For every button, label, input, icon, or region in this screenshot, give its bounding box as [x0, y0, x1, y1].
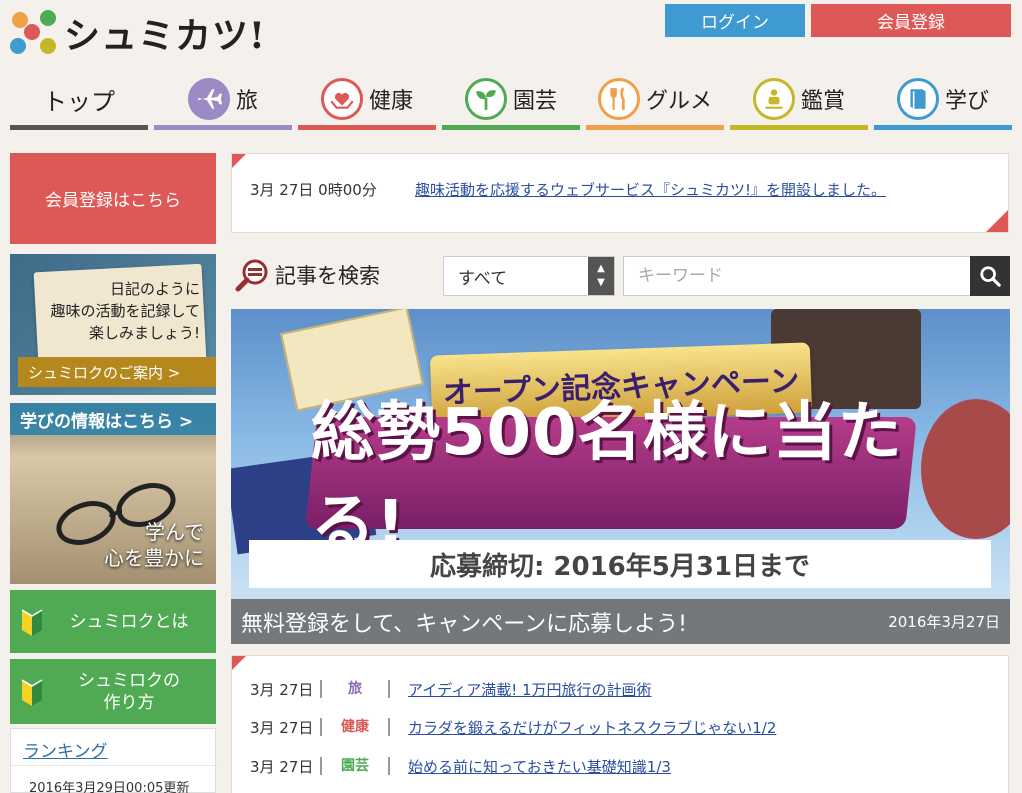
sidebar-howto-button[interactable]: シュミロクの 作り方 — [10, 659, 216, 724]
banner-headline: 総勢500名様に当たる! — [305, 396, 917, 562]
heart-hands-icon — [320, 78, 363, 120]
nav-label: 旅 — [235, 89, 258, 114]
nav-label: グルメ — [645, 89, 712, 114]
article-date: 3月 27日 — [250, 757, 314, 776]
nav-item-gourmet[interactable]: グルメ — [586, 68, 724, 130]
magnifier-icon — [235, 259, 268, 292]
news-link[interactable]: 趣味活動を応援するウェブサービス『シュミカツ!』を開設しました。 — [415, 179, 886, 200]
corner-decoration — [232, 656, 246, 670]
register-button[interactable]: 会員登録 — [811, 4, 1011, 37]
banner-caption-date: 2016年3月27日 — [888, 613, 1000, 631]
sidebar-about-button[interactable]: シュミロクとは — [10, 590, 216, 653]
diary-banner-text: 日記のように 趣味の活動を記録して 楽しみましょう! — [50, 280, 200, 342]
nav-item-appreciation[interactable]: 鑑賞 — [730, 68, 868, 130]
nav-underline — [442, 125, 580, 130]
sidebar-learn-banner[interactable]: 学びの情報はこちら > 学んで 心を豊かに — [10, 403, 216, 584]
nav-underline — [730, 125, 868, 130]
nav-label: 園芸 — [512, 89, 557, 114]
logo-text: シュミカツ! — [64, 15, 266, 57]
category-select[interactable]: すべて ▲ ▼ — [443, 256, 615, 296]
nav-label: 健康 — [368, 89, 413, 114]
logo-mark-icon — [10, 10, 60, 56]
nav-item-gardening[interactable]: 園芸 — [442, 68, 580, 130]
nav-item-health[interactable]: 健康 — [298, 68, 436, 130]
nav-label: 鑑賞 — [800, 89, 845, 114]
nav-label: 学び — [944, 89, 989, 114]
nav-underline — [586, 125, 724, 130]
nav-item-travel[interactable]: 旅 — [154, 68, 292, 130]
ranking-divider — [11, 765, 217, 766]
article-link[interactable]: アイディア満載! 1万円旅行の計画術 — [408, 679, 652, 700]
nav-label: トップ — [43, 87, 115, 116]
list-item: 3月 27日 園芸 始める前に知っておきたい基礎知識1/3 — [250, 755, 671, 777]
meat-image — [921, 399, 1010, 539]
banner-caption: 無料登録をして、キャンペーンに応募しよう! 2016年3月27日 — [231, 599, 1010, 644]
nav-underline — [10, 125, 148, 130]
campaign-banner[interactable]: オープン記念キャンペーン 総勢500名様に当たる! 応募締切: 2016年5月3… — [231, 309, 1010, 644]
sidebar-diary-banner[interactable]: 日記のように 趣味の活動を記録して 楽しみましょう! シュミロクのご案内 > — [10, 254, 216, 395]
list-item: 3月 27日 旅 アイディア満載! 1万円旅行の計画術 — [250, 678, 652, 700]
article-date: 3月 27日 — [250, 718, 314, 737]
category-select-value: すべて — [458, 268, 508, 289]
nav-item-learning[interactable]: 学び — [874, 68, 1012, 130]
fork-knife-icon — [597, 78, 640, 120]
corner-decoration — [232, 154, 246, 168]
main-nav: トップ 旅 健康 園芸 グルメ 鑑賞 学び — [10, 68, 1012, 130]
keyword-input[interactable] — [623, 256, 971, 296]
article-link[interactable]: カラダを鍛えるだけがフィットネスクラブじゃない1/2 — [408, 717, 776, 738]
sidebar-register-button[interactable]: 会員登録はこちら — [10, 153, 216, 244]
article-category: 健康 — [320, 718, 390, 736]
diary-guide-button[interactable]: シュミロクのご案内 > — [18, 357, 216, 387]
ranking-box: ランキング 2016年3月29日00:05更新 — [10, 728, 217, 793]
search-label: 記事を検索 — [275, 264, 380, 288]
audience-icon — [752, 78, 795, 120]
about-label: シュミロクとは — [69, 611, 189, 632]
nav-underline — [298, 125, 436, 130]
article-list: 3月 27日 旅 アイディア満載! 1万円旅行の計画術 3月 27日 健康 カラ… — [231, 655, 1009, 793]
nav-underline — [154, 125, 292, 130]
corner-decoration — [986, 210, 1008, 232]
search-button[interactable] — [970, 256, 1010, 296]
article-date: 3月 27日 — [250, 680, 314, 699]
article-link[interactable]: 始める前に知っておきたい基礎知識1/3 — [408, 756, 671, 777]
sprout-icon — [464, 78, 507, 120]
banner-caption-text: 無料登録をして、キャンペーンに応募しよう! — [241, 611, 687, 637]
nav-item-top[interactable]: トップ — [10, 68, 148, 130]
ranking-link[interactable]: ランキング — [23, 737, 108, 762]
login-button[interactable]: ログイン — [665, 4, 805, 37]
article-category: 園芸 — [320, 757, 390, 775]
article-category: 旅 — [320, 680, 390, 698]
search-heading: 記事を検索 — [235, 258, 380, 292]
ranking-updated: 2016年3月29日00:05更新 — [29, 781, 190, 793]
beginner-mark-icon — [10, 606, 54, 638]
nav-underline — [874, 125, 1012, 130]
site-logo[interactable]: シュミカツ! — [10, 8, 266, 58]
book-icon — [896, 78, 939, 120]
news-date: 3月 27日 0時00分 — [250, 181, 377, 199]
learn-banner-heading: 学びの情報はこちら > — [10, 403, 216, 435]
news-box: 3月 27日 0時00分 趣味活動を応援するウェブサービス『シュミカツ!』を開設… — [231, 153, 1009, 233]
beginner-mark-icon — [10, 676, 54, 708]
banner-headline-text: 総勢500名様に当たる! — [311, 396, 903, 562]
banner-deadline: 応募締切: 2016年5月31日まで — [249, 540, 991, 588]
select-arrows-icon: ▲ ▼ — [588, 257, 614, 295]
search-icon — [980, 266, 1001, 287]
airplane-icon — [187, 78, 230, 120]
list-item: 3月 27日 健康 カラダを鍛えるだけがフィットネスクラブじゃない1/2 — [250, 716, 776, 738]
howto-label: シュミロクの 作り方 — [78, 670, 180, 713]
learn-banner-text: 学んで 心を豊かに — [104, 520, 204, 570]
